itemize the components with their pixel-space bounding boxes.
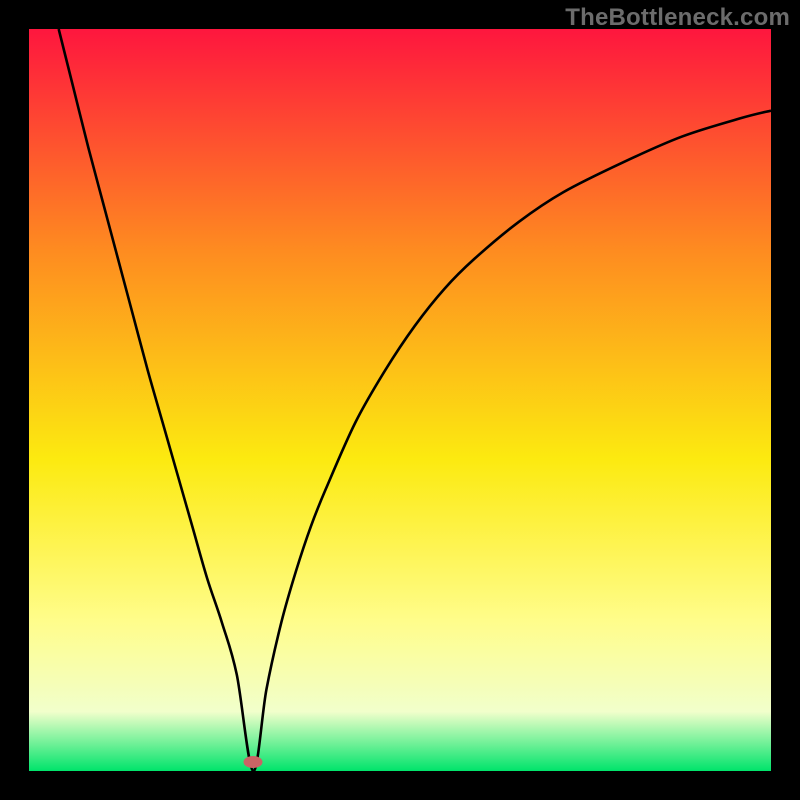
bottleneck-curve (29, 29, 771, 771)
watermark-text: TheBottleneck.com (565, 4, 790, 32)
minimum-marker (244, 756, 263, 768)
plot-area (29, 29, 771, 771)
chart-frame: TheBottleneck.com (0, 0, 800, 800)
